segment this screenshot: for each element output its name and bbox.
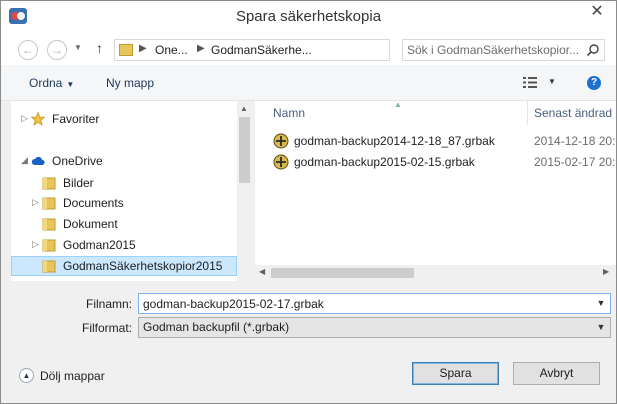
expand-icon[interactable]: ▷ bbox=[32, 197, 39, 208]
cancel-button[interactable]: Avbryt bbox=[513, 362, 600, 385]
view-dropdown-icon[interactable]: ▼ bbox=[548, 77, 556, 86]
tree-item-dokument[interactable]: Dokument bbox=[11, 214, 237, 234]
file-row[interactable]: godman-backup2015-02-15.grbak 2015-02-17… bbox=[273, 152, 616, 172]
tree-item-godman2015[interactable]: ▷ Godman2015 bbox=[11, 235, 237, 255]
tree-item-godmansakerhetskopior2015[interactable]: GodmanSäkerhetskopior2015 bbox=[11, 256, 237, 276]
file-date: 2014-12-18 20:0 bbox=[534, 134, 616, 148]
chevron-right-icon[interactable]: ▶ bbox=[197, 43, 205, 54]
search-input[interactable] bbox=[407, 42, 583, 58]
navigation-pane-scrollbar[interactable]: ▲ bbox=[237, 101, 252, 281]
address-bar[interactable]: ▶ One... ▶ GodmanSäkerhe... ▼ ↻ bbox=[114, 39, 495, 61]
scrollbar-thumb[interactable] bbox=[271, 268, 414, 278]
folder-icon bbox=[42, 218, 56, 231]
file-list-scrollbar[interactable]: ◀ ▶ bbox=[255, 265, 616, 281]
column-header-date[interactable]: Senast ändrad bbox=[534, 106, 612, 120]
folder-icon bbox=[42, 239, 56, 252]
collapse-icon[interactable]: ◢ bbox=[21, 155, 28, 166]
recent-locations-caret-icon[interactable]: ▼ bbox=[74, 43, 82, 52]
filename-input[interactable] bbox=[143, 296, 583, 312]
arrow-up-icon: ↑ bbox=[96, 40, 103, 56]
window-title: Spara säkerhetskopia bbox=[235, 8, 382, 25]
sort-ascending-icon: ▲ bbox=[394, 101, 402, 109]
arrow-left-icon: ← bbox=[22, 43, 34, 57]
file-row[interactable]: godman-backup2014-12-18_87.grbak 2014-12… bbox=[273, 131, 616, 151]
chevron-down-icon: ▼ bbox=[66, 80, 75, 89]
file-name: godman-backup2014-12-18_87.grbak bbox=[294, 134, 495, 148]
file-list: ▲ Namn Senast ändrad godman-backup2014-1… bbox=[255, 101, 616, 281]
title-bar: Spara säkerhetskopia ✕ bbox=[1, 1, 616, 35]
file-format-label: Filformat: bbox=[81, 321, 132, 335]
folder-icon bbox=[42, 177, 56, 190]
back-button[interactable]: ← bbox=[18, 40, 38, 60]
hide-folders-button[interactable]: ▲ Dölj mappar bbox=[19, 367, 119, 385]
arrow-right-icon: → bbox=[51, 43, 63, 57]
breadcrumb-current-folder[interactable]: GodmanSäkerhe... bbox=[211, 43, 312, 57]
search-box bbox=[402, 39, 605, 61]
scroll-up-icon[interactable]: ▲ bbox=[240, 104, 248, 113]
forward-button[interactable]: → bbox=[47, 40, 67, 60]
column-header-name[interactable]: Namn bbox=[273, 106, 305, 120]
new-folder-button[interactable]: Ny mapp bbox=[106, 76, 154, 90]
chevron-right-icon[interactable]: ▶ bbox=[139, 43, 147, 54]
organize-button[interactable]: Ordna ▼ bbox=[29, 76, 74, 90]
help-icon[interactable]: ? bbox=[587, 76, 601, 90]
chevron-up-icon: ▲ bbox=[19, 368, 34, 383]
view-options-icon[interactable] bbox=[523, 77, 537, 88]
close-button[interactable]: ✕ bbox=[582, 1, 612, 21]
star-icon bbox=[31, 112, 45, 126]
command-bar: Ordna ▼ Ny mapp ▼ ? bbox=[1, 65, 616, 101]
file-format-value: Godman backupfil (*.grbak) bbox=[143, 320, 290, 334]
filename-label: Filnamn: bbox=[85, 297, 132, 311]
tree-item-documents[interactable]: ▷ Documents bbox=[11, 193, 237, 213]
cloud-icon bbox=[31, 156, 45, 165]
file-name: godman-backup2015-02-15.grbak bbox=[294, 155, 475, 169]
tree-item-onedrive[interactable]: ◢ OneDrive bbox=[11, 151, 237, 171]
scroll-left-icon[interactable]: ◀ bbox=[259, 267, 265, 276]
tree-item-favorites[interactable]: ▷ Favoriter bbox=[11, 109, 237, 129]
up-button[interactable]: ↑ bbox=[96, 40, 103, 56]
filename-combobox: ▼ bbox=[138, 293, 611, 314]
expand-icon[interactable]: ▷ bbox=[32, 239, 39, 250]
save-button[interactable]: Spara bbox=[412, 362, 499, 385]
grbak-file-icon bbox=[273, 133, 289, 149]
breadcrumb-onedrive[interactable]: One... bbox=[155, 43, 188, 57]
chevron-down-icon[interactable]: ▼ bbox=[594, 298, 608, 310]
tree-item-bilder[interactable]: Bilder bbox=[11, 173, 237, 193]
save-dialog: Spara säkerhetskopia ✕ ← → ▼ ↑ ▶ One... … bbox=[0, 0, 617, 404]
column-separator[interactable] bbox=[527, 101, 528, 125]
folder-icon bbox=[119, 44, 133, 56]
navigation-bar: ← → ▼ ↑ ▶ One... ▶ GodmanSäkerhe... ▼ ↻ bbox=[1, 35, 616, 65]
search-icon[interactable] bbox=[586, 43, 600, 57]
grbak-file-icon bbox=[273, 154, 289, 170]
expand-icon[interactable]: ▷ bbox=[21, 113, 28, 124]
chevron-down-icon[interactable]: ▼ bbox=[594, 322, 608, 334]
close-icon: ✕ bbox=[590, 3, 604, 20]
navigation-pane: ▷ Favoriter ◢ OneDrive Bilder ▷ Document… bbox=[11, 101, 252, 281]
scroll-right-icon[interactable]: ▶ bbox=[603, 267, 609, 276]
folder-icon bbox=[42, 260, 56, 273]
file-date: 2015-02-17 20:0 bbox=[534, 155, 616, 169]
file-format-select[interactable]: Godman backupfil (*.grbak) ▼ bbox=[138, 317, 611, 338]
scrollbar-thumb[interactable] bbox=[239, 117, 250, 183]
folder-icon bbox=[42, 197, 56, 210]
